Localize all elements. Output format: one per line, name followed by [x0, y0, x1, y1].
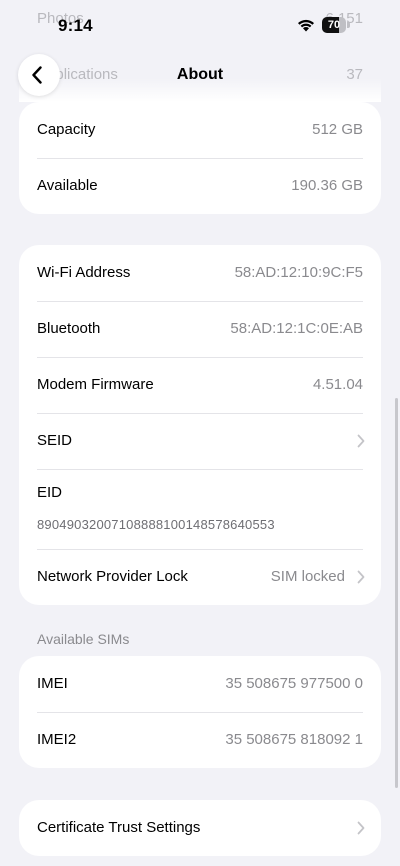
chevron-right-icon — [357, 434, 365, 448]
seid-label: SEID — [37, 432, 73, 449]
network-card: Wi-Fi Address 58:AD:12:10:9C:F5 Bluetoot… — [19, 245, 381, 605]
available-label: Available — [37, 177, 98, 194]
status-time: 9:14 — [58, 16, 93, 35]
certificate-trust-settings-row[interactable]: Certificate Trust Settings — [19, 800, 381, 856]
eid-row: EID 89049032007108888100148578640553 — [19, 469, 381, 549]
network-provider-lock-row[interactable]: Network Provider Lock SIM locked — [19, 549, 381, 605]
available-value: 190.36 GB — [291, 177, 363, 194]
available-sims-header: Available SIMs — [37, 631, 130, 647]
network-provider-lock-label: Network Provider Lock — [37, 568, 188, 585]
network-provider-lock-value: SIM locked — [270, 568, 345, 585]
imei-label: IMEI — [37, 675, 68, 692]
wifi-address-value: 58:AD:12:10:9C:F5 — [234, 264, 363, 281]
chevron-right-icon — [357, 570, 365, 584]
imei-value: 35 508675 977500 0 — [225, 675, 363, 692]
available-row: Available 190.36 GB — [19, 158, 381, 214]
storage-card: Capacity 512 GB Available 190.36 GB — [19, 102, 381, 214]
chevron-right-icon — [357, 821, 365, 835]
imei2-value: 35 508675 818092 1 — [225, 731, 363, 748]
bluetooth-row: Bluetooth 58:AD:12:1C:0E:AB — [19, 301, 381, 357]
imei2-row: IMEI2 35 508675 818092 1 — [19, 712, 381, 768]
imei-row: IMEI 35 508675 977500 0 — [19, 656, 381, 712]
bluetooth-value: 58:AD:12:1C:0E:AB — [230, 320, 363, 337]
eid-value: 89049032007108888100148578640553 — [37, 517, 275, 532]
back-button[interactable] — [18, 54, 60, 96]
scrollbar[interactable] — [395, 398, 398, 788]
page-title: About — [176, 66, 224, 83]
capacity-row: Capacity 512 GB — [19, 102, 381, 158]
bluetooth-label: Bluetooth — [37, 320, 101, 337]
certificate-trust-settings-label: Certificate Trust Settings — [37, 819, 201, 836]
capacity-label: Capacity — [37, 121, 96, 138]
battery-icon: 70 — [322, 17, 350, 33]
status-bar: 9:14 70 — [0, 0, 400, 52]
seid-row[interactable]: SEID — [19, 413, 381, 469]
battery-percent: 70 — [327, 19, 341, 31]
certificate-card: Certificate Trust Settings — [19, 800, 381, 856]
wifi-address-row: Wi-Fi Address 58:AD:12:10:9C:F5 — [19, 245, 381, 301]
chevron-left-icon — [32, 66, 42, 84]
sims-card: IMEI 35 508675 977500 0 IMEI2 35 508675 … — [19, 656, 381, 768]
modem-firmware-value: 4.51.04 — [312, 376, 363, 393]
imei2-label: IMEI2 — [37, 731, 77, 748]
eid-label: EID — [37, 484, 63, 501]
wifi-address-label: Wi-Fi Address — [37, 264, 131, 281]
capacity-value: 512 GB — [312, 121, 363, 138]
wifi-icon — [298, 19, 314, 32]
modem-firmware-label: Modem Firmware — [37, 376, 154, 393]
modem-firmware-row: Modem Firmware 4.51.04 — [19, 357, 381, 413]
